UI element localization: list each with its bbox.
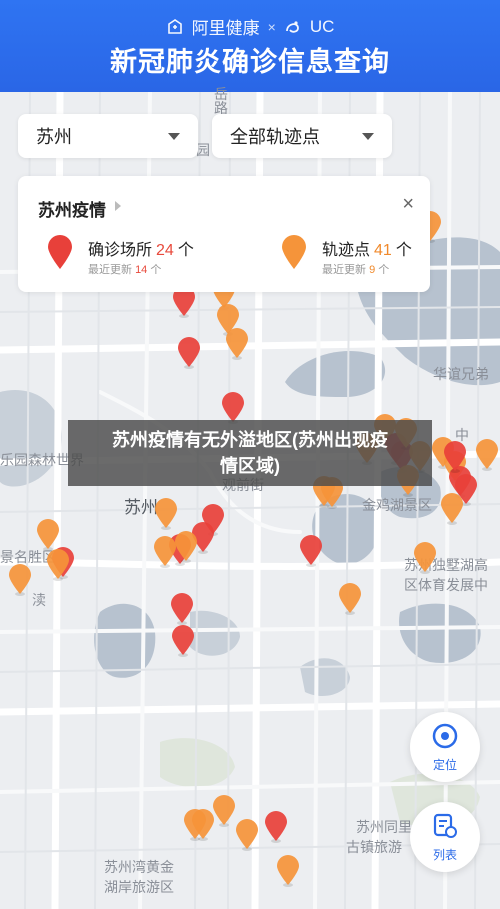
map-label-dushu2: 区体育发展中 [404, 577, 488, 593]
confirmed-location-marker[interactable] [263, 810, 289, 844]
confirmed-unit: 个 [177, 242, 194, 259]
locate-label: 定位 [432, 758, 457, 772]
tracks-count: 41 [374, 242, 392, 259]
brand-right: UC [309, 16, 335, 36]
page-title: 新冠肺炎确诊信息查询 [110, 47, 390, 77]
brand-separator: × [267, 18, 276, 35]
track-point-marker[interactable] [224, 327, 250, 361]
confirmed-count: 24 [156, 242, 174, 259]
locate-icon [432, 723, 458, 749]
map-label-tongli1: 苏州同里 [356, 819, 412, 835]
map-label-huayi: 华谊兄弟 [433, 366, 489, 382]
track-point-marker[interactable] [7, 563, 33, 597]
track-point-marker[interactable] [337, 582, 363, 616]
tracks-stat-main: 轨迹点 41 个 [322, 236, 412, 260]
tracks-recent-prefix: 最近更新 [322, 264, 366, 276]
brand-left: 阿里健康 [191, 19, 260, 38]
chevron-down-icon [362, 132, 374, 140]
tracks-unit: 个 [395, 242, 412, 259]
alihealth-logo-icon [167, 18, 182, 34]
track-point-marker[interactable] [153, 497, 179, 531]
map-label-yuan: 园 [196, 142, 210, 158]
confirmed-location-marker[interactable] [176, 336, 202, 370]
list-button[interactable]: 列表 [410, 802, 480, 872]
confirmed-stat: 确诊场所 24 个 最近更新 14 个 [46, 234, 216, 277]
confirmed-recent-unit: 个 [150, 264, 162, 276]
uc-logo-icon [285, 20, 299, 33]
city-dropdown[interactable]: 苏州 [18, 114, 198, 158]
confirmed-location-marker[interactable] [298, 534, 324, 568]
confirmed-recent-prefix: 最近更新 [88, 264, 132, 276]
confirmed-label: 确诊场所 [88, 242, 153, 259]
track-point-marker[interactable] [474, 438, 500, 472]
confirmed-stat-main: 确诊场所 24 个 [88, 236, 194, 260]
banner-line-1: 苏州疫情有无外溢地区(苏州出现疫 [112, 430, 388, 450]
track-point-marker[interactable] [275, 854, 301, 888]
app-header: 阿里健康 × UC 新冠肺炎确诊信息查询 [0, 0, 500, 92]
track-point-marker[interactable] [234, 818, 260, 852]
track-point-marker[interactable] [173, 530, 199, 564]
confirmed-pin-icon [48, 235, 72, 269]
banner-line-2: 情区域) [220, 456, 280, 476]
info-card-title[interactable]: 苏州疫情 [38, 196, 106, 221]
epidemic-info-card: 苏州疫情 × 确诊场所 24 个 最近更新 14 个 轨迹点 41 个 最近更新 9 个 [18, 176, 430, 292]
map-label-wanhuang1: 苏州湾黄金 [104, 859, 174, 875]
tracks-recent: 最近更新 9 个 [322, 261, 389, 277]
chevron-right-icon[interactable] [115, 201, 121, 211]
city-dropdown-label: 苏州 [36, 127, 72, 147]
brand-row: 阿里健康 × UC [0, 14, 500, 39]
confirmed-location-marker[interactable] [170, 624, 196, 658]
confirmed-recent: 最近更新 14 个 [88, 261, 161, 277]
map-label-wanhuang2: 湖岸旅游区 [104, 879, 174, 895]
track-point-marker[interactable] [439, 492, 465, 526]
list-icon [433, 813, 457, 838]
close-icon[interactable]: × [402, 194, 414, 214]
tracks-stat: 轨迹点 41 个 最近更新 9 个 [280, 234, 430, 277]
track-point-marker[interactable] [412, 541, 438, 575]
track-type-dropdown[interactable]: 全部轨迹点 [212, 114, 392, 158]
tracks-label: 轨迹点 [322, 242, 371, 259]
chevron-down-icon [168, 132, 180, 140]
locate-button[interactable]: 定位 [410, 712, 480, 782]
confirmed-recent-count: 14 [135, 264, 148, 276]
track-type-dropdown-label: 全部轨迹点 [230, 127, 320, 147]
track-pin-icon [282, 235, 306, 269]
track-point-marker[interactable] [45, 548, 71, 582]
headline-banner: 苏州疫情有无外溢地区(苏州出现疫 情区域) [68, 420, 432, 486]
list-label: 列表 [432, 848, 457, 862]
confirmed-location-marker[interactable] [169, 592, 195, 626]
tracks-recent-count: 9 [369, 264, 376, 276]
confirmed-location-marker[interactable] [442, 440, 468, 474]
tracks-recent-unit: 个 [378, 264, 390, 276]
map-label-lu: 渎 [32, 592, 46, 608]
map-label-tongli2: 古镇旅游 [346, 839, 402, 855]
